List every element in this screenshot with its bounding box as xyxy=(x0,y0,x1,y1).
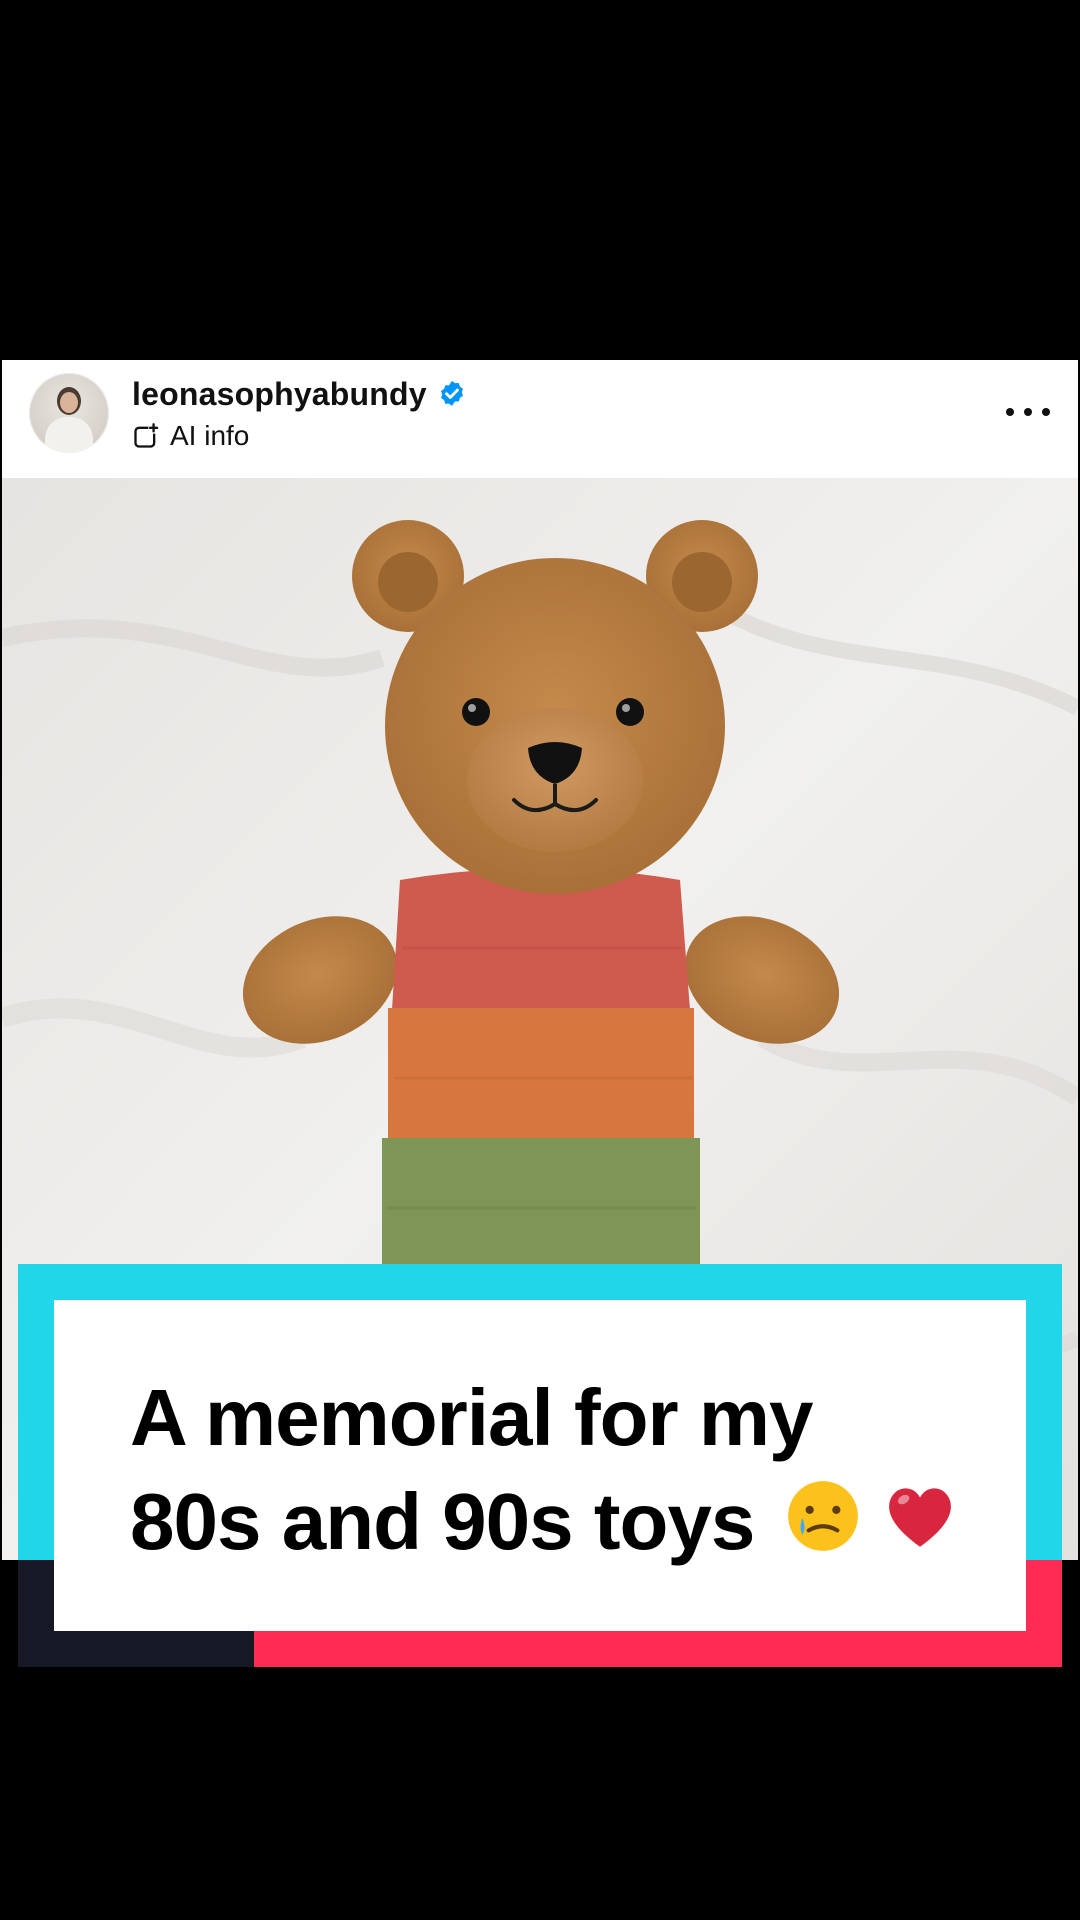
more-options-icon[interactable] xyxy=(1006,400,1050,424)
verified-badge-icon xyxy=(440,380,463,406)
caption-card: A memorial for my 80s and 90s toys xyxy=(18,1264,1062,1667)
caption-text: A memorial for my 80s and 90s toys xyxy=(130,1366,1010,1574)
username[interactable]: leonasophyabundy xyxy=(132,376,427,413)
sad-relieved-face-icon xyxy=(787,1481,858,1551)
caption-line-2: 80s and 90s toys xyxy=(130,1477,755,1566)
caption-line-1: A memorial for my xyxy=(130,1373,813,1462)
red-heart-icon xyxy=(888,1488,951,1547)
username-row: leonasophyabundy xyxy=(132,374,467,414)
avatar[interactable] xyxy=(29,373,109,453)
ai-info-icon xyxy=(134,423,159,448)
post-header: leonasophyabundy AI info xyxy=(2,360,1078,478)
ai-info-label: AI info xyxy=(170,420,250,451)
ai-info-link[interactable]: AI info xyxy=(132,418,249,454)
caption-panel: A memorial for my 80s and 90s toys xyxy=(54,1300,1026,1631)
